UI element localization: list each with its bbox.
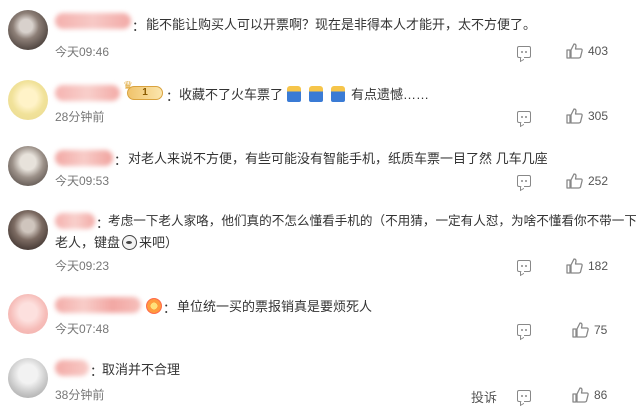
reply-icon[interactable]: [517, 111, 531, 128]
candle-emoji-icon: [309, 86, 324, 102]
comment-text-part: 收藏不了火车票了: [179, 87, 284, 102]
candle-emoji-icon: [331, 86, 346, 102]
comment-text: 单位统一买的票报销真是要烦死人: [177, 299, 373, 314]
like-count: 182: [588, 259, 609, 273]
comment-time: 今天07:48: [55, 322, 110, 336]
colon: ：: [114, 153, 128, 168]
like-count: 75: [594, 323, 608, 337]
username-blurred[interactable]: [55, 360, 89, 376]
thumbs-up-icon: [572, 387, 589, 403]
comment-time: 今天09:53: [55, 174, 110, 188]
reply-icon[interactable]: [517, 324, 531, 341]
avatar[interactable]: [8, 294, 48, 334]
username-blurred[interactable]: [55, 213, 95, 229]
avatar[interactable]: [8, 80, 48, 120]
thumbs-up-icon: [572, 322, 589, 338]
thumbs-up-icon: [566, 108, 583, 124]
thumbs-up-icon: [566, 258, 583, 274]
comment-text-part: 老人，键盘: [55, 235, 121, 250]
avatar[interactable]: [8, 358, 48, 398]
comment-time: 38分钟前: [55, 388, 105, 402]
username-blurred[interactable]: [55, 297, 141, 313]
comment-text-line1: 考虑一下老人家咯，他们真的不怎么懂看手机的（不用猜，一定有人怼，为啥不懂看你不带…: [108, 214, 636, 228]
colon: ：: [132, 19, 146, 34]
username-blurred[interactable]: [55, 85, 120, 101]
comment-item: ： 单位统一买的票报销真是要烦死人 今天07:48 75: [0, 282, 636, 344]
comment-item: ： 能不能让购买人可以开票啊？现在是非得本人才能开，太不方便了。 今天09:46…: [0, 0, 636, 68]
comment-item: ： 考虑一下老人家咯，他们真的不怎么懂看手机的（不用猜，一定有人怼，为啥不懂看你…: [0, 200, 636, 280]
like-count: 403: [588, 44, 609, 58]
avatar[interactable]: [8, 210, 48, 250]
candle-emoji-icon: [287, 86, 302, 102]
comment-time: 28分钟前: [55, 110, 105, 124]
username-blurred[interactable]: [55, 13, 131, 29]
username-blurred[interactable]: [55, 150, 113, 166]
avatar[interactable]: [8, 10, 48, 50]
face-emoji-icon: [122, 235, 138, 250]
report-button[interactable]: 投诉: [471, 387, 497, 406]
comment-text-line2: 老人，键盘 来吧）: [55, 233, 178, 252]
comment-item: ： 取消并不合理 38分钟前 投诉 86: [0, 350, 636, 419]
crown-icon: ♛: [123, 80, 133, 92]
reply-icon[interactable]: [517, 390, 531, 407]
comment-item: ： 对老人来说不方便，有些可能没有智能手机，纸质车票一目了然 几车几座 今天09…: [0, 138, 636, 200]
thumbs-up-icon: [566, 43, 583, 59]
reply-icon[interactable]: [517, 175, 531, 192]
vip-badge: ♛ 1: [123, 80, 163, 100]
thumbs-up-icon: [566, 173, 583, 189]
comment-time: 今天09:23: [55, 259, 110, 273]
like-count: 252: [588, 174, 609, 188]
avatar[interactable]: [8, 146, 48, 186]
comment-text-part: 有点遗憾……: [351, 87, 430, 102]
reply-icon[interactable]: [517, 260, 531, 277]
comment-text: 对老人来说不方便，有些可能没有智能手机，纸质车票一目了然 几车几座: [128, 151, 548, 166]
comment-time: 今天09:46: [55, 45, 110, 59]
like-count: 86: [594, 388, 608, 402]
comment-item: ♛ 1 ： 收藏不了火车票了 有点遗憾…… 28分钟前 305: [0, 70, 636, 134]
like-count: 305: [588, 109, 609, 123]
colon: ：: [163, 301, 177, 316]
reply-icon[interactable]: [517, 46, 531, 63]
comment-text: 收藏不了火车票了 有点遗憾……: [179, 85, 429, 104]
comment-text: 取消并不合理: [102, 362, 181, 377]
comment-text: 能不能让购买人可以开票啊？现在是非得本人才能开，太不方便了。: [146, 17, 537, 32]
flower-badge-icon: [146, 298, 162, 314]
colon: ：: [166, 89, 180, 104]
comment-text-part: 来吧）: [139, 235, 179, 250]
badge-level: 1: [142, 87, 148, 98]
